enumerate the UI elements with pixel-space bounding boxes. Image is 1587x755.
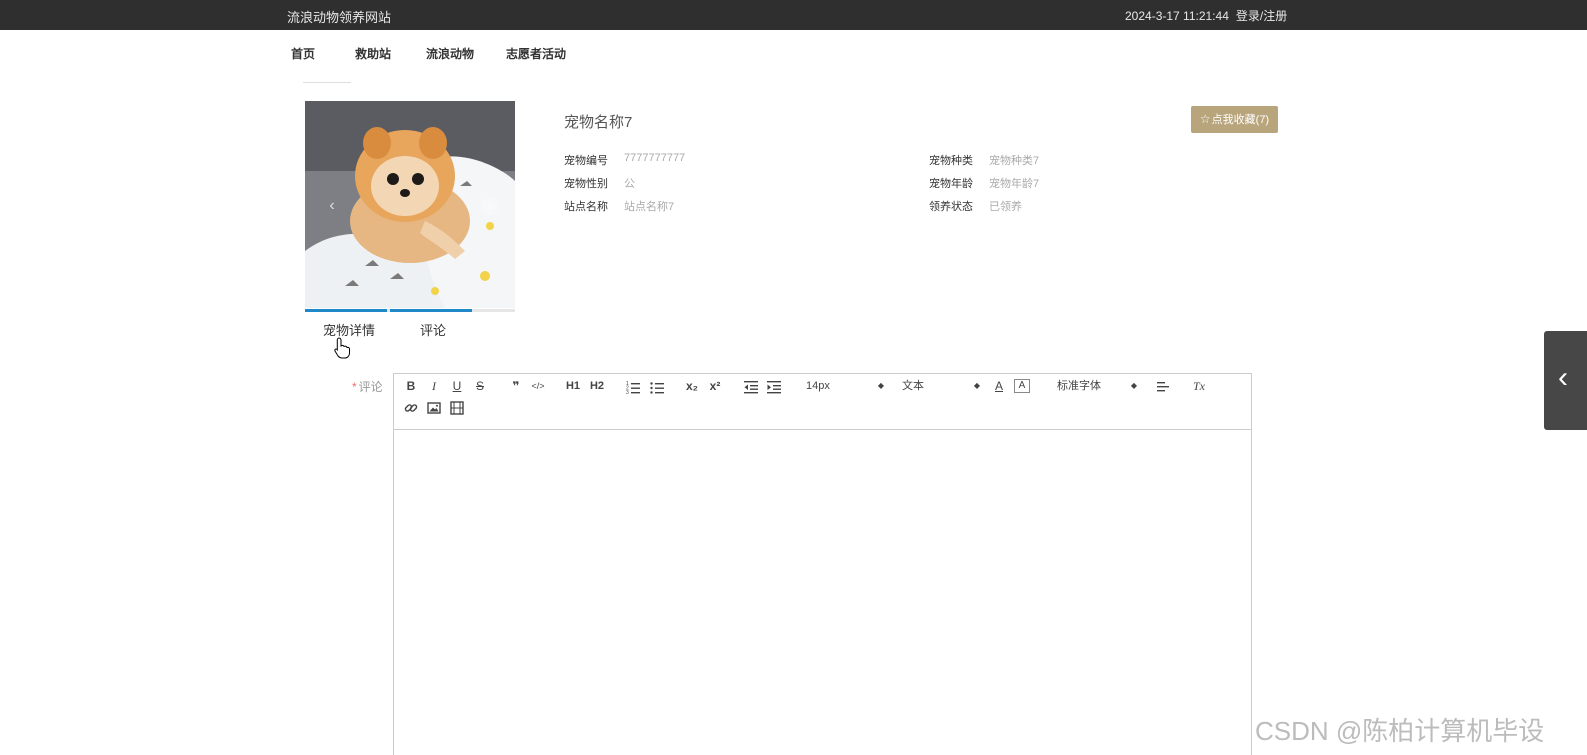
field-value-pet-id: 7777777777: [624, 152, 686, 164]
field-value-adoption-status: 已领养: [989, 201, 1022, 213]
favorite-button[interactable]: ☆点我收藏(7): [1191, 106, 1278, 133]
datetime: 2024-3-17 11:21:44: [1125, 9, 1229, 23]
header-1-button[interactable]: H1: [564, 377, 582, 395]
comment-field-label: * 评论: [352, 378, 383, 395]
pet-name-title: 宠物名称7: [564, 114, 633, 131]
rich-text-editor: B I U S ❞ </> H1 H2 1 2 3 x₂ x² 14px ◆ 文…: [393, 373, 1252, 755]
header-2-button[interactable]: H2: [588, 377, 606, 395]
field-label-adoption-status: 领养状态: [929, 201, 973, 213]
nav-divider: [303, 82, 351, 83]
carousel-prev-button[interactable]: ‹: [323, 197, 341, 215]
field-label-pet-age: 宠物年龄: [929, 178, 973, 190]
nav-item-home[interactable]: 首页: [291, 45, 315, 62]
carousel-next-button[interactable]: ›: [481, 197, 499, 215]
comment-editor-input[interactable]: [394, 430, 1251, 755]
background-color-button[interactable]: A: [1014, 379, 1030, 393]
strike-button[interactable]: S: [473, 377, 487, 395]
field-label-pet-id: 宠物编号: [564, 155, 608, 167]
field-value-pet-age: 宠物年龄7: [989, 178, 1040, 190]
superscript-button[interactable]: x²: [707, 377, 723, 395]
top-bar-right: 2024-3-17 11:21:44 登录/注册: [1125, 7, 1294, 24]
top-bar: 流浪动物领养网站 2024-3-17 11:21:44 登录/注册: [0, 0, 1587, 30]
nav-item-volunteer-activities[interactable]: 志愿者活动: [506, 45, 566, 62]
field-label-pet-species: 宠物种类: [929, 155, 973, 167]
field-label-station-name: 站点名称: [564, 201, 608, 213]
login-register-link[interactable]: 登录/注册: [1236, 9, 1287, 23]
bullet-list-icon[interactable]: [650, 378, 664, 396]
side-panel-toggle[interactable]: ‹: [1544, 331, 1587, 430]
carousel-indicator-track: [305, 309, 515, 312]
hand-cursor-icon: [334, 337, 350, 359]
font-family-select[interactable]: 标准字体 ◆: [1057, 377, 1137, 395]
blockquote-button[interactable]: ❞: [509, 377, 523, 395]
editor-toolbar: B I U S ❞ </> H1 H2 1 2 3 x₂ x² 14px ◆ 文…: [394, 374, 1251, 430]
header-format-value: 文本: [902, 380, 924, 392]
clear-format-button[interactable]: Tx: [1191, 377, 1207, 395]
font-size-select[interactable]: 14px ◆: [806, 377, 884, 395]
indent-icon[interactable]: [767, 378, 781, 396]
code-block-button[interactable]: </>: [530, 377, 546, 395]
svg-text:3: 3: [626, 390, 629, 396]
link-icon[interactable]: [404, 399, 418, 417]
star-outline-icon: ☆: [1199, 112, 1211, 126]
field-value-station-name: 站点名称7: [624, 201, 675, 213]
tab-comments[interactable]: 评论: [420, 320, 446, 339]
watermark: CSDN @陈柏计算机毕设: [1255, 716, 1545, 746]
italic-button[interactable]: I: [427, 377, 441, 395]
nav-item-stray-animals[interactable]: 流浪动物: [426, 45, 474, 62]
nav-item-rescue-station[interactable]: 救助站: [355, 45, 391, 62]
field-label-pet-gender: 宠物性别: [564, 178, 608, 190]
chevron-left-icon: ‹: [1558, 361, 1568, 394]
carousel-indicator-2[interactable]: [390, 309, 472, 312]
ordered-list-icon[interactable]: 1 2 3: [626, 378, 640, 396]
bold-button[interactable]: B: [404, 377, 418, 395]
header-format-select[interactable]: 文本 ◆: [902, 377, 980, 395]
required-mark: *: [352, 380, 357, 394]
image-icon[interactable]: [427, 399, 441, 417]
comment-label-text: 评论: [358, 380, 383, 394]
video-icon[interactable]: [450, 399, 464, 417]
field-value-pet-species: 宠物种类7: [989, 155, 1040, 167]
font-family-value: 标准字体: [1057, 380, 1101, 392]
select-arrows-icon: ◆: [973, 381, 980, 390]
pet-photo-carousel[interactable]: ‹ ›: [305, 101, 515, 308]
text-color-button[interactable]: A: [992, 377, 1006, 395]
site-title: 流浪动物领养网站: [287, 10, 392, 25]
font-size-value: 14px: [806, 380, 830, 392]
field-value-pet-gender: 公: [624, 178, 635, 190]
select-arrows-icon: ◆: [1130, 381, 1137, 390]
subscript-button[interactable]: x₂: [684, 377, 700, 395]
select-arrows-icon: ◆: [877, 381, 884, 390]
align-left-icon[interactable]: [1157, 378, 1171, 396]
outdent-icon[interactable]: [744, 378, 758, 396]
favorite-button-label: 点我收藏(7): [1211, 114, 1270, 126]
underline-button[interactable]: U: [450, 377, 464, 395]
carousel-indicator-1[interactable]: [305, 309, 387, 312]
